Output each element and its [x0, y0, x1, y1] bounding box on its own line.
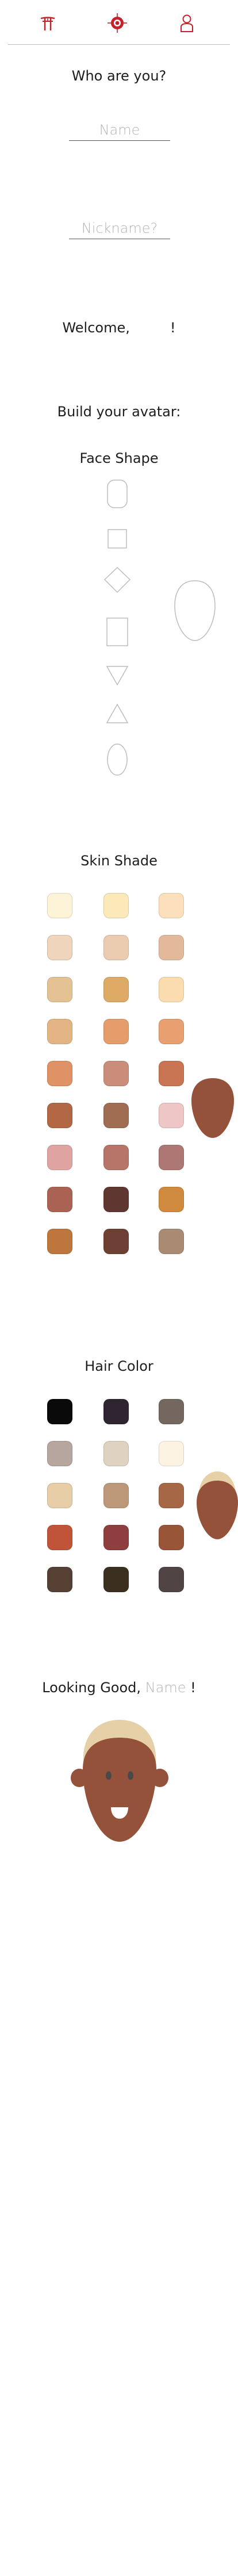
- face-shape-triangle-button[interactable]: [106, 703, 129, 723]
- looking-good-prefix: Looking Good,: [42, 1680, 141, 1696]
- compass-target-icon[interactable]: [106, 12, 129, 34]
- skin-shade-swatch-8[interactable]: [103, 977, 129, 1002]
- skin-shade-swatch-23[interactable]: [103, 1187, 129, 1212]
- avatar-right-eye: [128, 1771, 133, 1780]
- final-avatar-graphic: [71, 1720, 168, 1842]
- who-are-you-heading: Who are you?: [71, 68, 167, 84]
- skin-shade-swatch-17[interactable]: [103, 1103, 129, 1128]
- torii-gate-icon[interactable]: [36, 12, 59, 35]
- skin-shade-swatch-25[interactable]: [47, 1229, 72, 1254]
- name-input[interactable]: [69, 122, 170, 141]
- skin-shade-swatch-20[interactable]: [103, 1145, 129, 1170]
- face-shape-preview-graphic: [174, 580, 216, 641]
- person-outline-icon-graphic: [181, 14, 193, 32]
- avatar-left-eye: [106, 1771, 112, 1780]
- face-shape-options-graphic: [103, 480, 131, 776]
- hair-color-swatch-15[interactable]: [159, 1567, 184, 1592]
- skin-shade-swatch-11[interactable]: [103, 1019, 129, 1044]
- face-shape-diamond-button[interactable]: [103, 566, 131, 593]
- skin-shade-swatch-2[interactable]: [103, 893, 129, 918]
- top-nav-bar: [0, 0, 238, 46]
- skin-shade-swatch-14[interactable]: [103, 1061, 129, 1086]
- skin-shade-swatch-24[interactable]: [159, 1187, 184, 1212]
- compass-target-icon-graphic: [108, 13, 127, 33]
- skin-shade-swatch-7[interactable]: [47, 977, 72, 1002]
- avatar-face: [83, 1738, 156, 1842]
- hair-color-swatch-14[interactable]: [103, 1567, 129, 1592]
- hair-preview-face: [197, 1481, 238, 1539]
- face-shape-label: Face Shape: [79, 450, 159, 466]
- skin-shade-swatch-3[interactable]: [159, 893, 184, 918]
- skin-shade-preview-graphic: [191, 1078, 234, 1138]
- hair-color-label: Hair Color: [85, 1358, 153, 1374]
- hair-color-swatch-6[interactable]: [159, 1441, 184, 1466]
- skin-shade-swatch-21[interactable]: [159, 1145, 184, 1170]
- face-shape-oval-button[interactable]: [107, 743, 128, 776]
- skin-preview-face: [191, 1078, 234, 1138]
- torii-gate-icon-graphic: [40, 17, 55, 30]
- hair-color-swatch-10[interactable]: [47, 1525, 72, 1550]
- build-avatar-heading: Build your avatar:: [57, 404, 181, 420]
- skin-shade-swatch-22[interactable]: [47, 1187, 72, 1212]
- skin-shade-preview: [191, 1078, 235, 1138]
- face-shape-rounded-rectangle-button[interactable]: [107, 480, 128, 508]
- skin-shade-swatch-27[interactable]: [159, 1229, 184, 1254]
- final-avatar: [69, 1716, 170, 1854]
- welcome-suffix: !: [170, 320, 176, 336]
- skin-shade-swatch-18[interactable]: [159, 1103, 184, 1128]
- skin-shade-swatch-4[interactable]: [47, 935, 72, 960]
- face-shape-inverted-triangle-button[interactable]: [106, 666, 129, 686]
- looking-good-name: Name: [145, 1680, 186, 1696]
- skin-shade-swatch-1[interactable]: [47, 893, 72, 918]
- skin-shade-swatch-19[interactable]: [47, 1145, 72, 1170]
- skin-shade-swatch-16[interactable]: [47, 1103, 72, 1128]
- skin-shade-swatch-10[interactable]: [47, 1019, 72, 1044]
- hair-color-swatch-8[interactable]: [103, 1483, 129, 1508]
- hair-color-swatch-11[interactable]: [103, 1525, 129, 1550]
- hair-color-swatch-5[interactable]: [103, 1441, 129, 1466]
- skin-shade-swatch-12[interactable]: [159, 1019, 184, 1044]
- skin-shade-label: Skin Shade: [80, 853, 158, 869]
- hair-color-preview-graphic: [197, 1471, 238, 1539]
- skin-shade-swatch-13[interactable]: [47, 1061, 72, 1086]
- hair-color-swatch-4[interactable]: [47, 1441, 72, 1466]
- hair-color-swatch-12[interactable]: [159, 1525, 184, 1550]
- skin-shade-swatch-9[interactable]: [159, 977, 184, 1002]
- person-outline-icon[interactable]: [175, 12, 198, 34]
- face-shape-preview: [174, 580, 216, 642]
- skin-shade-swatch-5[interactable]: [103, 935, 129, 960]
- nickname-input[interactable]: [69, 220, 170, 239]
- hair-color-preview: [195, 1470, 238, 1540]
- looking-good-suffix: !: [190, 1680, 196, 1696]
- hair-color-swatch-7[interactable]: [47, 1483, 72, 1508]
- looking-good-message: Looking Good, Name !: [0, 1680, 238, 1696]
- hair-color-swatch-13[interactable]: [47, 1567, 72, 1592]
- hair-color-swatch-2[interactable]: [103, 1399, 129, 1424]
- skin-shade-swatch-6[interactable]: [159, 935, 184, 960]
- face-shape-square-button[interactable]: [108, 529, 127, 549]
- hair-color-swatch-1[interactable]: [47, 1399, 72, 1424]
- skin-shade-swatch-26[interactable]: [103, 1229, 129, 1254]
- welcome-prefix: Welcome,: [62, 320, 130, 336]
- hair-color-swatch-3[interactable]: [159, 1399, 184, 1424]
- welcome-message: Welcome,!: [0, 320, 238, 336]
- face-shape-rectangle-button[interactable]: [106, 618, 128, 646]
- hair-color-swatch-9[interactable]: [159, 1483, 184, 1508]
- face-shape-options: [103, 477, 132, 776]
- skin-shade-swatch-15[interactable]: [159, 1061, 184, 1086]
- header-divider: [8, 44, 230, 45]
